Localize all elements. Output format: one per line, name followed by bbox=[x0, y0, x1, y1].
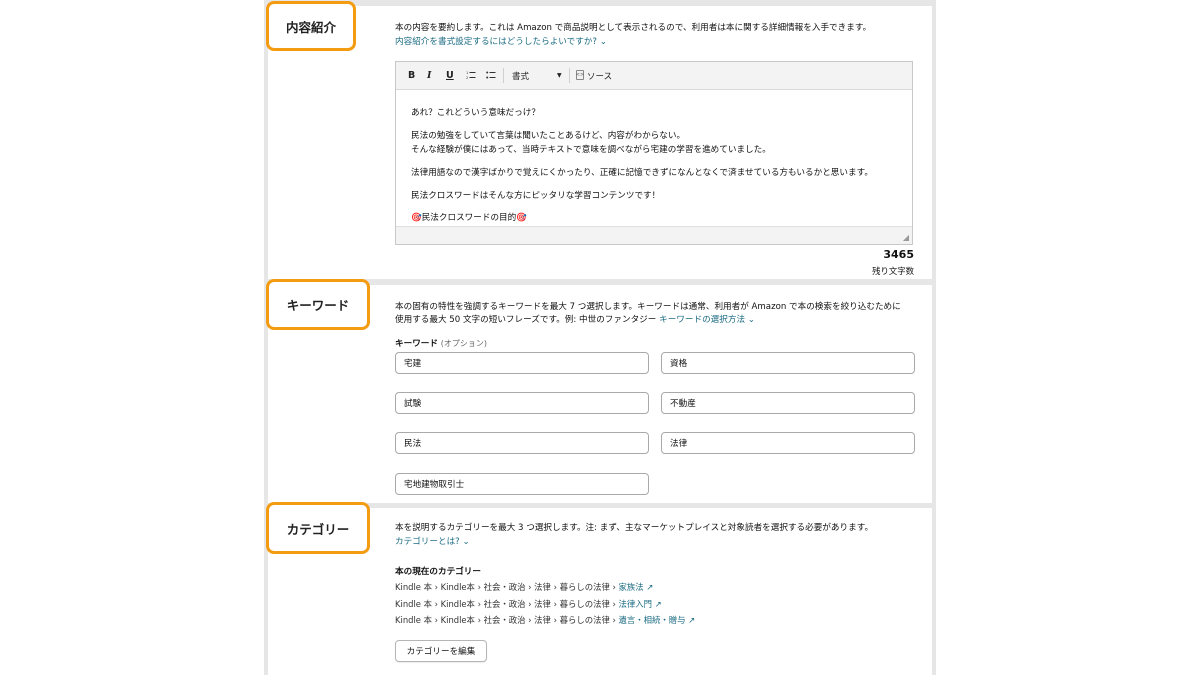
underline-button[interactable]: U bbox=[446, 70, 454, 81]
editor-paragraph: あれ？これどういう意味だっけ？ bbox=[411, 108, 540, 118]
keywords-help-text: 本の固有の特性を強調するキーワードを最大 7 つ選択します。キーワードは通常、利… bbox=[395, 302, 901, 312]
remaining-character-label: 残り文字数 bbox=[872, 266, 914, 276]
keywords-field-label-row: キーワード (オプション) bbox=[395, 337, 487, 349]
category-breadcrumb: Kindle 本 › Kindle本 › 社会・政治 › 法律 › 暮らしの法律… bbox=[395, 582, 619, 592]
editor-paragraph: 民法クロスワードはそんな方にピッタリな学習コンテンツです！ bbox=[411, 191, 661, 201]
current-categories-heading: 本の現在のカテゴリー bbox=[395, 567, 481, 577]
bold-button[interactable]: B bbox=[408, 70, 415, 81]
keywords-how-to-choose-link[interactable]: キーワードの選択方法 ⌄ bbox=[659, 315, 755, 325]
category-breadcrumb: Kindle 本 › Kindle本 › 社会・政治 › 法律 › 暮らしの法律… bbox=[395, 599, 619, 609]
category-path: Kindle 本 › Kindle本 › 社会・政治 › 法律 › 暮らしの法律… bbox=[395, 614, 695, 626]
category-section-label: カテゴリー bbox=[266, 502, 370, 554]
what-is-category-link[interactable]: カテゴリーとは? ⌄ bbox=[395, 535, 470, 547]
keywords-field-label: キーワード bbox=[395, 339, 438, 349]
category-path: Kindle 本 › Kindle本 › 社会・政治 › 法律 › 暮らしの法律… bbox=[395, 598, 662, 610]
bullet-list-icon[interactable] bbox=[486, 70, 496, 80]
svg-text:2: 2 bbox=[466, 76, 468, 80]
editor-paragraph: 法律用語なので漢字ばかりで覚えにくかったり、正確に記憶できずになんとなくで済ませ… bbox=[411, 168, 873, 178]
keyword-input-5[interactable]: 民法 bbox=[395, 432, 649, 454]
toolbar-divider bbox=[569, 68, 570, 83]
keywords-section-label: キーワード bbox=[266, 279, 370, 330]
editor-paragraph: そんな経験が僕にはあって、当時テキストで意味を調べながら宅建の学習を進めていまし… bbox=[411, 145, 771, 155]
resize-handle-icon[interactable]: ◢ bbox=[903, 233, 909, 242]
category-leaf-link[interactable]: 法律入門 ↗ bbox=[619, 599, 662, 609]
description-help-text: 本の内容を要約します。これは Amazon で商品説明として表示されるので、利用… bbox=[395, 23, 872, 33]
editor-statusbar: ◢ bbox=[396, 226, 912, 244]
category-leaf-link[interactable]: 家族法 ↗ bbox=[619, 582, 654, 592]
toolbar-divider bbox=[503, 68, 504, 83]
remaining-character-count: 3465 bbox=[883, 248, 914, 261]
category-help-text: 本を説明するカテゴリーを最大 3 つ選択します。注: まず、主なマーケットプレイ… bbox=[395, 523, 874, 533]
keyword-input-6[interactable]: 法律 bbox=[661, 432, 915, 454]
source-button[interactable]: ソース bbox=[587, 70, 612, 82]
source-code-icon[interactable]: <> bbox=[576, 70, 584, 80]
category-path: Kindle 本 › Kindle本 › 社会・政治 › 法律 › 暮らしの法律… bbox=[395, 581, 653, 593]
keyword-input-3[interactable]: 試験 bbox=[395, 392, 649, 414]
editor-toolbar: B I U 12 書式 ▼ <> ソース bbox=[396, 62, 912, 90]
keywords-help-example: 使用する最大 50 文字の短いフレーズです。例: 中世のファンタジー bbox=[395, 315, 657, 325]
keywords-help-text-line2: 使用する最大 50 文字の短いフレーズです。例: 中世のファンタジー キーワード… bbox=[395, 313, 755, 325]
format-select[interactable]: 書式 bbox=[512, 70, 529, 82]
description-section-label: 内容紹介 bbox=[266, 1, 356, 51]
keyword-input-7[interactable]: 宅地建物取引士 bbox=[395, 473, 649, 495]
numbered-list-icon[interactable]: 12 bbox=[466, 70, 476, 80]
category-breadcrumb: Kindle 本 › Kindle本 › 社会・政治 › 法律 › 暮らしの法律… bbox=[395, 615, 619, 625]
editor-paragraph: 🎯民法クロスワードの目的🎯 bbox=[411, 213, 527, 223]
category-leaf-link[interactable]: 遺言・相続・贈与 ↗ bbox=[619, 615, 696, 625]
optional-label: (オプション) bbox=[440, 339, 487, 348]
description-format-help-link[interactable]: 内容紹介を書式設定するにはどうしたらよいですか? ⌄ bbox=[395, 35, 607, 47]
edit-categories-button[interactable]: カテゴリーを編集 bbox=[395, 640, 487, 662]
chevron-down-icon: ▼ bbox=[557, 72, 562, 79]
italic-button[interactable]: I bbox=[427, 70, 431, 81]
keyword-input-4[interactable]: 不動産 bbox=[661, 392, 915, 414]
svg-text:1: 1 bbox=[466, 71, 468, 75]
keyword-input-2[interactable]: 資格 bbox=[661, 352, 915, 374]
description-rich-text-editor[interactable]: B I U 12 書式 ▼ <> ソース あれ？これどういう意味だっけ？ 民法の… bbox=[395, 61, 913, 245]
editor-paragraph: 民法の勉強をしていて言葉は聞いたことあるけど、内容がわからない。 bbox=[411, 131, 686, 141]
keyword-input-1[interactable]: 宅建 bbox=[395, 352, 649, 374]
